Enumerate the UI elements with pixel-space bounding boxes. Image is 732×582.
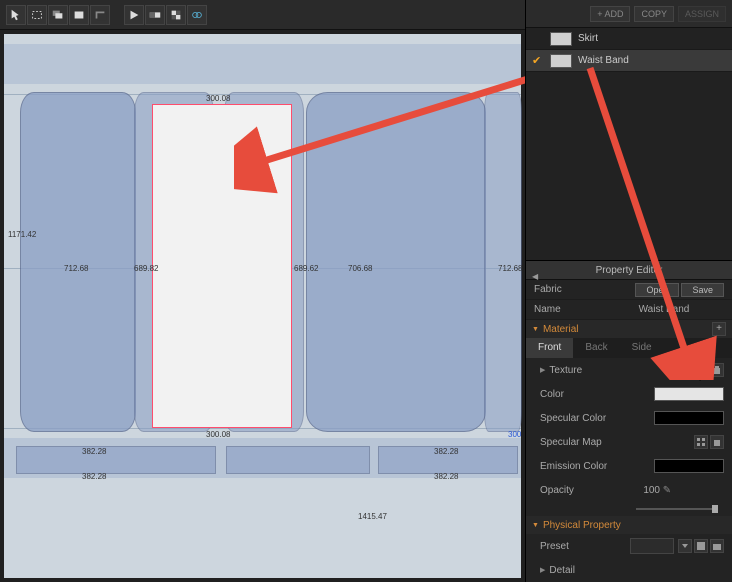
dim-382-c: 382.28 — [434, 447, 458, 456]
opacity-slider[interactable] — [636, 508, 718, 510]
emission-color-label: Emission Color — [540, 461, 630, 472]
physical-section-header[interactable]: ▼ Physical Property — [526, 516, 732, 534]
ruler-y-label-2: 1415.47 — [358, 512, 387, 521]
name-value[interactable]: Waist Band — [604, 304, 724, 315]
right-panel: + ADD COPY ASSIGN Skirt ✔ Waist Band ◀ P… — [526, 0, 732, 582]
layer-item-skirt[interactable]: Skirt — [526, 28, 732, 50]
assign-button[interactable]: ASSIGN — [678, 6, 726, 22]
dim-300: 300 — [508, 430, 521, 439]
tool-pattern-1[interactable] — [27, 5, 47, 25]
property-editor: Fabric Open Save Name Waist Band ▼ Mater… — [526, 280, 732, 582]
tool-select[interactable] — [6, 5, 26, 25]
specular-map-label: Specular Map — [540, 437, 630, 448]
opacity-value: 100 — [630, 485, 660, 496]
specmap-grid-icon[interactable] — [694, 435, 708, 449]
dim-h-right: 689.62 — [294, 264, 318, 273]
opacity-edit-icon[interactable]: ✎ — [660, 485, 674, 496]
color-label: Color — [540, 389, 630, 400]
texture-grid-icon[interactable] — [694, 363, 708, 377]
dim-382-b: 382.28 — [82, 472, 106, 481]
material-section-header[interactable]: ▼ Material + — [526, 320, 732, 338]
dim-top: 300.08 — [206, 94, 230, 103]
dim-h-left: 689.82 — [134, 264, 158, 273]
tab-side[interactable]: Side — [620, 338, 664, 358]
layer-panel-toolbar: + ADD COPY ASSIGN — [526, 0, 732, 28]
texture-delete-icon[interactable] — [710, 363, 724, 377]
layer-label: Skirt — [578, 33, 598, 44]
name-label: Name — [534, 304, 604, 315]
fabric-save-button[interactable]: Save — [681, 283, 724, 297]
property-editor-header: ◀ Property Editor — [526, 260, 732, 280]
layer-item-waistband[interactable]: ✔ Waist Band — [526, 50, 732, 72]
tool-pattern-2[interactable] — [48, 5, 68, 25]
tool-play[interactable] — [124, 5, 144, 25]
layer-list: Skirt ✔ Waist Band — [526, 28, 732, 72]
tool-pattern-4[interactable] — [90, 5, 110, 25]
layer-swatch[interactable] — [550, 32, 572, 46]
copy-button[interactable]: COPY — [634, 6, 674, 22]
canvas-toolbar — [0, 0, 525, 30]
material-add-button[interactable]: + — [712, 322, 726, 336]
emission-color-swatch[interactable] — [654, 459, 724, 473]
dim-712-l: 712.68 — [64, 264, 88, 273]
material-tabs: Front Back Side — [526, 338, 732, 358]
layer-swatch[interactable] — [550, 54, 572, 68]
tool-link[interactable] — [187, 5, 207, 25]
preset-dropdown-icon[interactable] — [678, 539, 692, 553]
layer-check-icon: ✔ — [532, 54, 544, 67]
tab-front[interactable]: Front — [526, 338, 573, 358]
tool-checker[interactable] — [166, 5, 186, 25]
preset-label: Preset — [540, 541, 630, 552]
pattern-canvas[interactable]: 1171.42 1415.47 300.08 300.08 689.82 689… — [0, 30, 525, 582]
ruler-y-label: 1171.42 — [8, 230, 36, 239]
dim-bottom: 300.08 — [206, 430, 230, 439]
texture-label: Texture — [549, 365, 639, 376]
fabric-label: Fabric — [534, 284, 604, 295]
preset-open-icon[interactable] — [710, 539, 724, 553]
tool-layer[interactable] — [145, 5, 165, 25]
selected-pattern[interactable] — [152, 104, 292, 428]
specmap-delete-icon[interactable] — [710, 435, 724, 449]
color-swatch[interactable] — [654, 387, 724, 401]
preset-save-icon[interactable] — [694, 539, 708, 553]
specular-color-label: Specular Color — [540, 413, 630, 424]
specular-color-swatch[interactable] — [654, 411, 724, 425]
dim-712-r: 712.68 — [498, 264, 522, 273]
dim-382-d: 382.28 — [434, 472, 458, 481]
dim-382-a: 382.28 — [82, 447, 106, 456]
opacity-label: Opacity — [540, 485, 630, 496]
layer-label: Waist Band — [578, 55, 629, 66]
detail-label: Detail — [549, 565, 639, 576]
tool-pattern-3[interactable] — [69, 5, 89, 25]
fabric-open-button[interactable]: Open — [635, 283, 679, 297]
dim-706: 706.68 — [348, 264, 372, 273]
add-button[interactable]: + ADD — [590, 6, 630, 22]
preset-dropdown[interactable] — [630, 538, 674, 554]
tab-back[interactable]: Back — [573, 338, 619, 358]
